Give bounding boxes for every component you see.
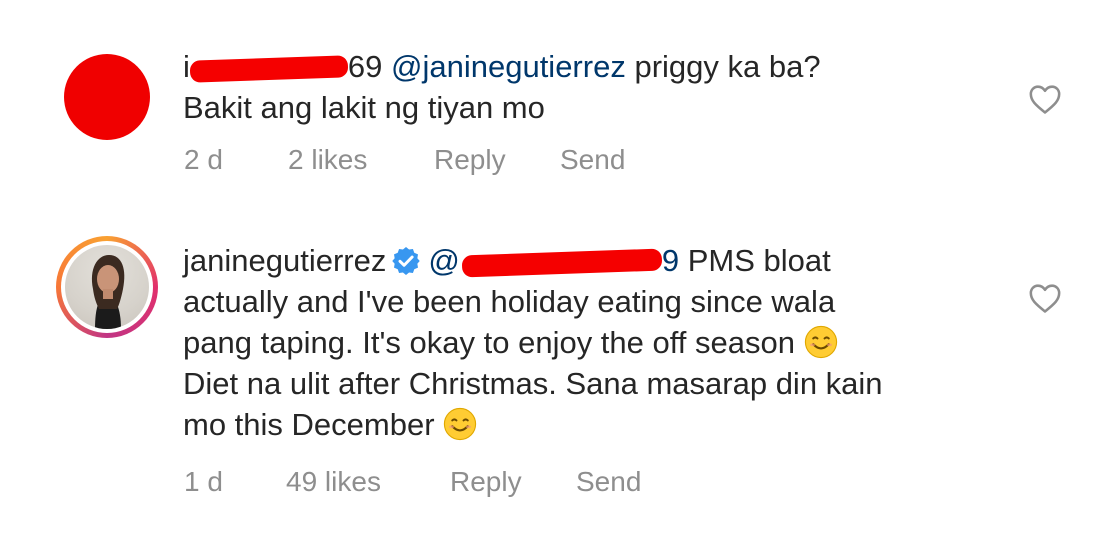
likes-count[interactable]: 2 likes xyxy=(288,144,367,176)
avatar[interactable] xyxy=(56,236,158,338)
mention-link[interactable]: @9 xyxy=(428,243,679,278)
comment-text: i 69 @janinegutierrez priggy ka ba? Bakit… xyxy=(183,46,1003,128)
comment-body: priggy ka ba? xyxy=(634,49,821,84)
comment-body: pang taping. It's okay to enjoy the off … xyxy=(183,325,795,360)
reply-button[interactable]: Reply xyxy=(434,144,506,176)
avatar[interactable] xyxy=(64,54,150,140)
comment-body: Bakit ang lakit ng tiyan mo xyxy=(183,90,545,125)
comment-body: actually and I've been holiday eating si… xyxy=(183,284,836,319)
send-button[interactable]: Send xyxy=(560,144,625,176)
comment-text: janinegutierrez @9 PMS bloat actually an… xyxy=(183,240,1003,445)
comment-username[interactable]: i 69 xyxy=(183,49,382,84)
profile-photo xyxy=(65,245,149,329)
reply-button[interactable]: Reply xyxy=(450,466,522,498)
mention-link[interactable]: @janinegutierrez xyxy=(391,49,626,84)
smiling-face-emoji xyxy=(444,407,477,441)
send-button[interactable]: Send xyxy=(576,466,641,498)
comment-body: mo this December xyxy=(183,407,435,442)
smiling-face-emoji xyxy=(804,325,837,359)
verified-badge-icon xyxy=(392,247,421,275)
comment-time: 1 d xyxy=(184,466,223,497)
comment-body: Diet na ulit after Christmas. Sana masar… xyxy=(183,366,883,401)
heart-outline-icon[interactable] xyxy=(1028,282,1062,314)
comment-username[interactable]: janinegutierrez xyxy=(183,243,386,278)
redaction-mark xyxy=(189,55,349,83)
heart-outline-icon[interactable] xyxy=(1028,83,1062,115)
comment-time: 2 d xyxy=(184,144,223,175)
comment-body: PMS bloat xyxy=(687,243,831,278)
redaction-mark xyxy=(461,248,663,278)
likes-count[interactable]: 49 likes xyxy=(286,466,381,498)
